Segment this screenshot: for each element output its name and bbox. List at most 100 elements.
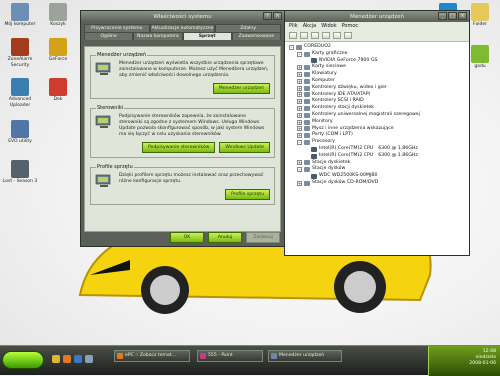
desktop-icon[interactable]: EVO utility xyxy=(2,120,38,145)
quicklaunch-icon[interactable] xyxy=(85,355,93,363)
expand-icon[interactable]: + xyxy=(297,85,302,91)
tree-category[interactable]: + Komputer xyxy=(289,78,469,85)
device-category-icon xyxy=(304,106,310,112)
menu-item[interactable]: Pomoc xyxy=(342,23,359,29)
folder-icon[interactable] xyxy=(52,355,60,363)
tab[interactable]: Aktualizacje automatyczne xyxy=(149,24,216,32)
desktop-icon[interactable]: Koszyk xyxy=(40,3,76,28)
group-button[interactable]: Menedżer urządzeń xyxy=(212,83,270,94)
desktop-icon[interactable]: ZoneAlarm Security xyxy=(2,38,38,68)
expand-icon[interactable]: + xyxy=(297,92,302,98)
window-title: Właściwości systemu xyxy=(153,13,212,20)
minimize-button[interactable]: _ xyxy=(438,12,447,20)
tree-category[interactable]: + Kontrolery dźwięku, wideo i gier xyxy=(289,85,469,92)
start-button[interactable] xyxy=(2,351,44,369)
device-category-icon xyxy=(304,112,310,118)
tab[interactable]: Zdalny xyxy=(215,24,282,32)
tree-category[interactable]: + Kontrolery stacji dyskietek xyxy=(289,105,469,112)
desktop-icon-label: ZoneAlarm Security xyxy=(7,57,33,68)
desktop-icon[interactable] xyxy=(74,355,82,363)
menu-item[interactable]: Akcja xyxy=(303,23,317,29)
expand-icon[interactable]: + xyxy=(297,99,302,105)
cpu-speed: 6300 @ 1.86GHz xyxy=(378,152,418,158)
back-icon[interactable] xyxy=(289,32,297,39)
group-label: Sterowniki xyxy=(96,105,125,111)
system-properties-titlebar[interactable]: Właściwości systemu ? × xyxy=(81,11,284,22)
system-properties-window[interactable]: Właściwości systemu ? × Przywracanie sys… xyxy=(80,10,285,247)
tree-category[interactable]: - Karty graficzne xyxy=(289,51,469,58)
tree-category[interactable]: - Procesory xyxy=(289,139,469,146)
browser-icon[interactable] xyxy=(63,355,71,363)
taskbar-button[interactable]: Menedżer urządzeń xyxy=(268,350,342,362)
collapse-icon[interactable]: - xyxy=(297,167,302,173)
device-manager-window[interactable]: Menedżer urządzeń _ □ × Plik Akcja Widok Po… xyxy=(284,10,470,256)
expand-icon[interactable]: + xyxy=(297,106,302,112)
desktop-icon[interactable]: GeForce xyxy=(40,38,76,63)
print-icon[interactable] xyxy=(322,32,330,39)
desktop-icon[interactable]: Mój komputer xyxy=(2,3,38,28)
tab[interactable]: Sprzęt xyxy=(182,32,232,40)
expand-icon[interactable]: + xyxy=(297,126,302,132)
tab[interactable]: Przywracanie systemu xyxy=(84,24,150,32)
expand-icon[interactable]: + xyxy=(297,78,302,84)
taskbar-button[interactable]: 555 - Paint xyxy=(197,350,263,362)
expand-icon[interactable]: + xyxy=(297,133,302,139)
tab[interactable]: Ogólne xyxy=(84,32,134,40)
scan-icon[interactable] xyxy=(344,32,352,39)
device-category-icon xyxy=(304,99,310,105)
tree-category[interactable]: + Klawiatury xyxy=(289,71,469,78)
device-icon xyxy=(311,146,317,152)
hardware-profile-icon xyxy=(95,174,113,188)
tree-category[interactable]: + Kontrolery uniwersalnej magistrali szer… xyxy=(289,112,469,119)
tree-device[interactable]: Intel(R) Core(TM)2 CPU 6300 @ 1.86GHz xyxy=(289,146,469,153)
tree-category[interactable]: + Stacje dysków CD-ROM/DVD xyxy=(289,180,469,187)
app-icon xyxy=(11,3,29,21)
tree-device[interactable]: WDC WD2500KS-00MJB0 xyxy=(289,173,469,180)
desktop-icon-label: GeForce xyxy=(48,57,68,62)
ok-button[interactable]: OK xyxy=(170,232,204,243)
close-button[interactable]: × xyxy=(458,12,467,20)
apply-button[interactable]: Zastosuj xyxy=(246,232,280,243)
group-button[interactable]: Profile sprzętu xyxy=(225,189,270,200)
device-category-icon xyxy=(304,85,310,91)
clock[interactable]: 12:48 niedziela 2008-01-06 xyxy=(469,349,496,367)
tab[interactable]: Zaawansowane xyxy=(231,32,281,40)
tree-label: Komputer xyxy=(312,77,335,83)
tree-category[interactable]: - Stacje dysków xyxy=(289,166,469,173)
expand-icon[interactable]: + xyxy=(297,65,302,71)
device-icon xyxy=(311,174,317,180)
desktop-icon-label: Lost - Season 3 xyxy=(2,179,38,184)
view-icon[interactable] xyxy=(311,32,319,39)
expand-icon[interactable]: + xyxy=(297,112,302,118)
menu-item[interactable]: Plik xyxy=(289,23,298,29)
menu-item[interactable]: Widok xyxy=(321,23,336,29)
collapse-icon[interactable]: - xyxy=(297,51,302,57)
expand-icon[interactable]: + xyxy=(297,72,302,78)
close-button[interactable]: × xyxy=(273,12,282,20)
expand-icon[interactable]: + xyxy=(297,180,302,186)
device-manager-titlebar[interactable]: Menedżer urządzeń _ □ × xyxy=(285,11,469,22)
maximize-button[interactable]: □ xyxy=(448,12,457,20)
desktop-icon[interactable]: Dok xyxy=(40,78,76,103)
forward-icon[interactable] xyxy=(300,32,308,39)
expand-icon[interactable]: + xyxy=(297,119,302,125)
collapse-icon[interactable]: - xyxy=(297,140,302,146)
tree-label: Intel(R) Core(TM)2 CPU xyxy=(319,152,374,158)
tree-category[interactable]: + Monitory xyxy=(289,119,469,126)
expand-icon[interactable]: + xyxy=(297,160,302,166)
desktop-icon[interactable]: Advanced Uploader xyxy=(2,78,38,108)
taskbar-button[interactable]: ePC :: Zobacz temat... xyxy=(114,350,190,362)
tab[interactable]: Nazwa komputera xyxy=(133,32,183,40)
clock-line: 2008-01-06 xyxy=(469,361,496,366)
tree-root[interactable]: - COREDUO2 xyxy=(289,44,469,51)
group-description: Podpisywanie sterowników zapewnia, że za… xyxy=(119,114,265,137)
group-button[interactable]: Podpisywanie sterowników xyxy=(142,142,216,153)
device-tree: - COREDUO2 - Karty graficzne NVIDIA GeForc… xyxy=(285,42,469,187)
tree-device[interactable]: Intel(R) Core(TM)2 CPU 6300 @ 1.86GHz xyxy=(289,153,469,160)
group-button[interactable]: Windows Update xyxy=(219,142,270,153)
app-icon xyxy=(271,353,277,359)
help-button[interactable]: ? xyxy=(263,12,272,20)
cancel-button[interactable]: Anuluj xyxy=(208,232,242,243)
help-icon[interactable] xyxy=(333,32,341,39)
desktop-icon[interactable]: Lost - Season 3 xyxy=(2,160,38,185)
